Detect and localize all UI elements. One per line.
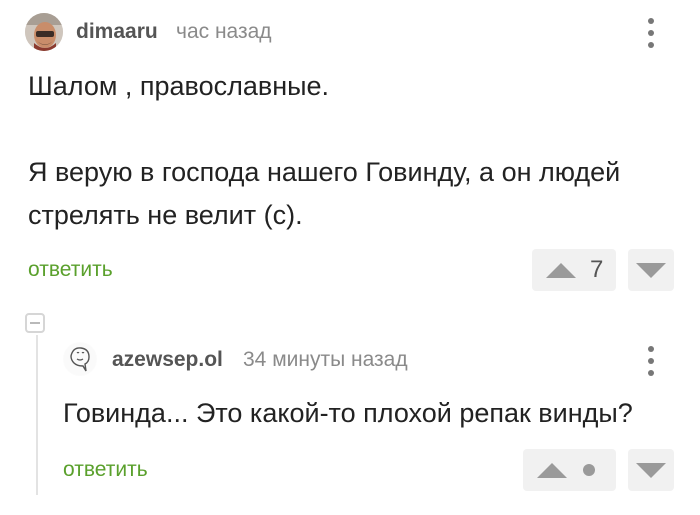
- reply-button[interactable]: ответить: [63, 458, 148, 482]
- kebab-menu-icon[interactable]: [645, 346, 657, 376]
- reply-time: 34 минуты назад: [243, 348, 408, 371]
- upvote-button[interactable]: [523, 449, 616, 491]
- triangle-up-icon: [546, 262, 576, 278]
- hidden-rating-dot: [583, 464, 595, 476]
- comment-text: Шалом , православные. Я верую в господа …: [28, 71, 621, 230]
- triangle-down-icon: [636, 462, 666, 478]
- downvote-button[interactable]: [628, 249, 674, 291]
- downvote-button[interactable]: [628, 449, 674, 491]
- reply-author-avatar[interactable]: [63, 342, 97, 376]
- triangle-down-icon: [636, 262, 666, 278]
- comment-author[interactable]: dimaaru: [76, 20, 158, 44]
- minus-icon: [30, 322, 40, 324]
- upvote-button[interactable]: 7: [532, 249, 616, 291]
- collapse-thread-button[interactable]: [25, 313, 45, 333]
- avatar-image: [64, 343, 96, 375]
- rating-count: 7: [590, 256, 604, 283]
- kebab-menu-icon[interactable]: [645, 18, 657, 48]
- triangle-up-icon: [537, 462, 567, 478]
- comment-time: час назад: [176, 20, 272, 43]
- reply-button[interactable]: ответить: [28, 258, 113, 282]
- reply-text: Говинда... Это какой-то плохой репак вин…: [63, 398, 633, 428]
- thread-line: [36, 335, 38, 495]
- author-avatar[interactable]: [25, 13, 63, 51]
- reply-author[interactable]: azewsep.ol: [112, 348, 223, 372]
- avatar-image: [25, 13, 63, 51]
